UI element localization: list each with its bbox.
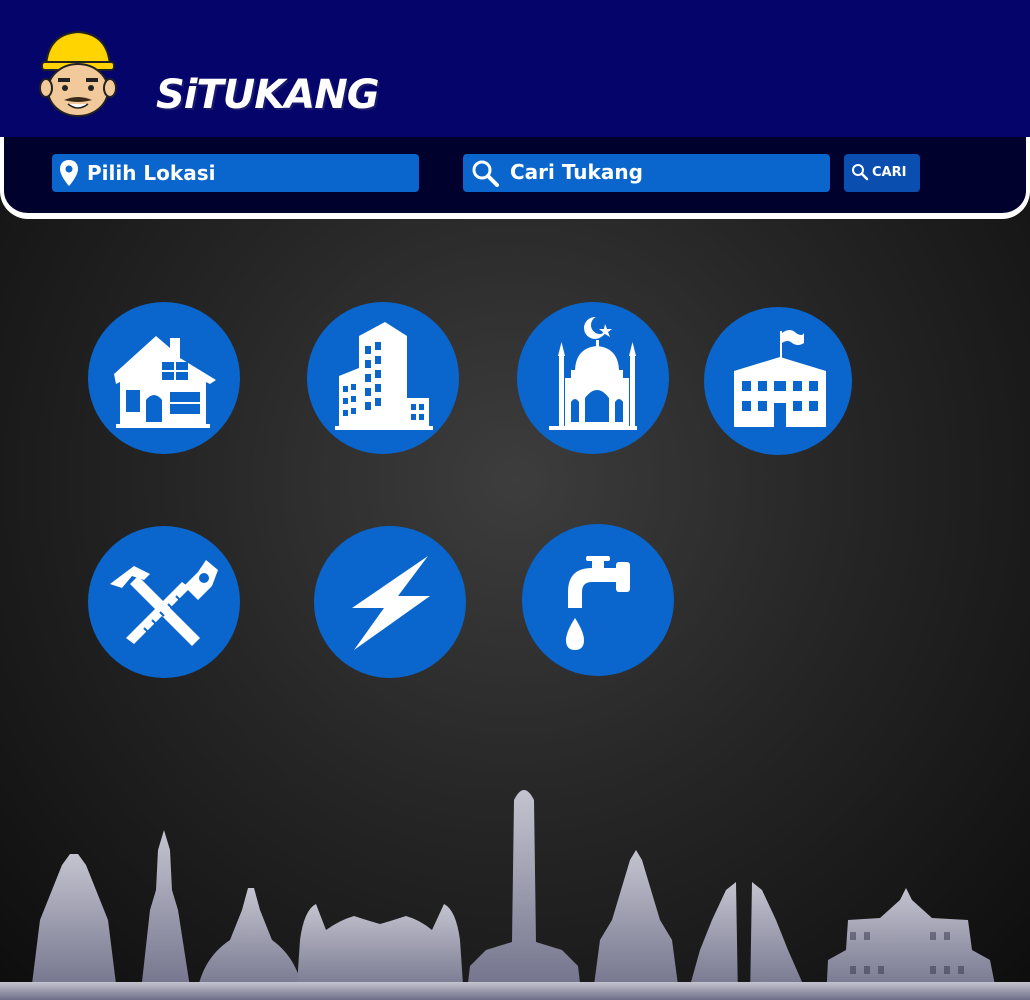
city-skyline-illustration [0, 790, 1030, 1000]
house-icon [114, 336, 216, 428]
search-bar: Pilih Lokasi Cari Tukang CARI [0, 137, 1030, 219]
mosque-icon [549, 316, 637, 430]
water-faucet-icon [566, 556, 630, 650]
category-carpentry[interactable] [88, 526, 240, 678]
category-electrical[interactable] [314, 526, 466, 678]
category-office-building[interactable] [307, 302, 459, 454]
brand-name: SiTUKANG [156, 72, 380, 118]
logo[interactable]: SiTUKANG [38, 28, 380, 120]
office-building-icon [335, 322, 433, 430]
location-label: Pilih Lokasi [87, 161, 216, 185]
category-house[interactable] [88, 302, 240, 454]
search-icon [472, 160, 499, 187]
category-school[interactable] [704, 307, 852, 455]
worker-mascot-icon [39, 30, 117, 117]
lightning-icon [352, 556, 430, 650]
search-input[interactable]: Cari Tukang [463, 154, 830, 192]
location-picker[interactable]: Pilih Lokasi [52, 154, 419, 192]
map-pin-icon [60, 160, 78, 186]
search-placeholder: Cari Tukang [510, 160, 643, 184]
search-button[interactable]: CARI [844, 154, 920, 192]
hammer-saw-icon [110, 560, 218, 646]
app-header: SiTUKANG [0, 0, 1030, 137]
category-plumbing[interactable] [522, 524, 674, 676]
search-button-label: CARI [872, 165, 907, 180]
search-icon [852, 164, 869, 181]
school-building-icon [734, 330, 826, 427]
category-mosque[interactable] [517, 302, 669, 454]
